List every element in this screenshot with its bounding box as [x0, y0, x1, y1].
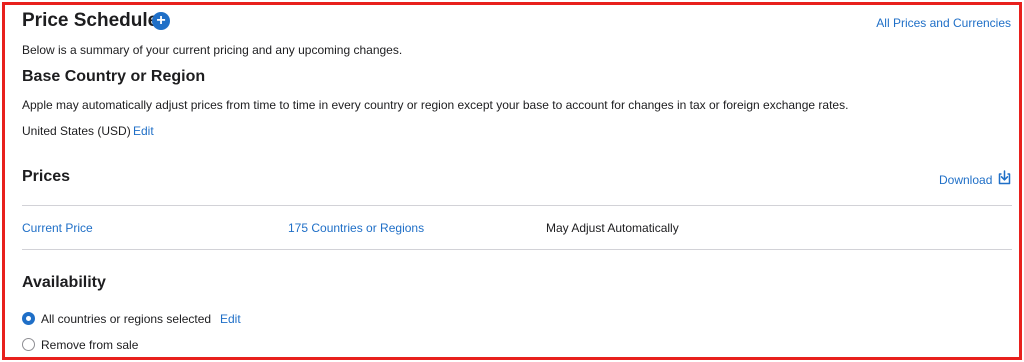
current-price-link[interactable]: Current Price	[22, 221, 93, 235]
price-status-text: May Adjust Automatically	[546, 221, 679, 235]
radio-all-countries[interactable]	[22, 312, 35, 325]
prices-heading: Prices	[22, 168, 71, 185]
all-prices-and-currencies-link[interactable]: All Prices and Currencies	[876, 16, 1011, 30]
divider-bottom	[22, 249, 1012, 250]
page-title: Price Schedule	[22, 10, 159, 31]
radio-remove-from-sale[interactable]	[22, 338, 35, 351]
base-region-edit-link[interactable]: Edit	[133, 124, 154, 138]
summary-text: Below is a summary of your current prici…	[22, 43, 403, 57]
radio-all-countries-label[interactable]: All countries or regions selected	[41, 312, 211, 326]
base-region-value: United States (USD)	[22, 124, 131, 138]
regions-count-link[interactable]: 175 Countries or Regions	[288, 221, 424, 235]
base-region-heading: Base Country or Region	[22, 68, 206, 85]
base-region-description: Apple may automatically adjust prices fr…	[22, 98, 849, 112]
availability-heading: Availability	[22, 274, 106, 291]
download-link[interactable]: Download	[939, 173, 992, 187]
availability-edit-link[interactable]: Edit	[220, 312, 241, 326]
plus-circle-icon[interactable]: +	[152, 12, 170, 30]
radio-remove-from-sale-label[interactable]: Remove from sale	[41, 338, 138, 352]
download-icon[interactable]	[997, 170, 1012, 185]
divider-top	[22, 205, 1012, 206]
